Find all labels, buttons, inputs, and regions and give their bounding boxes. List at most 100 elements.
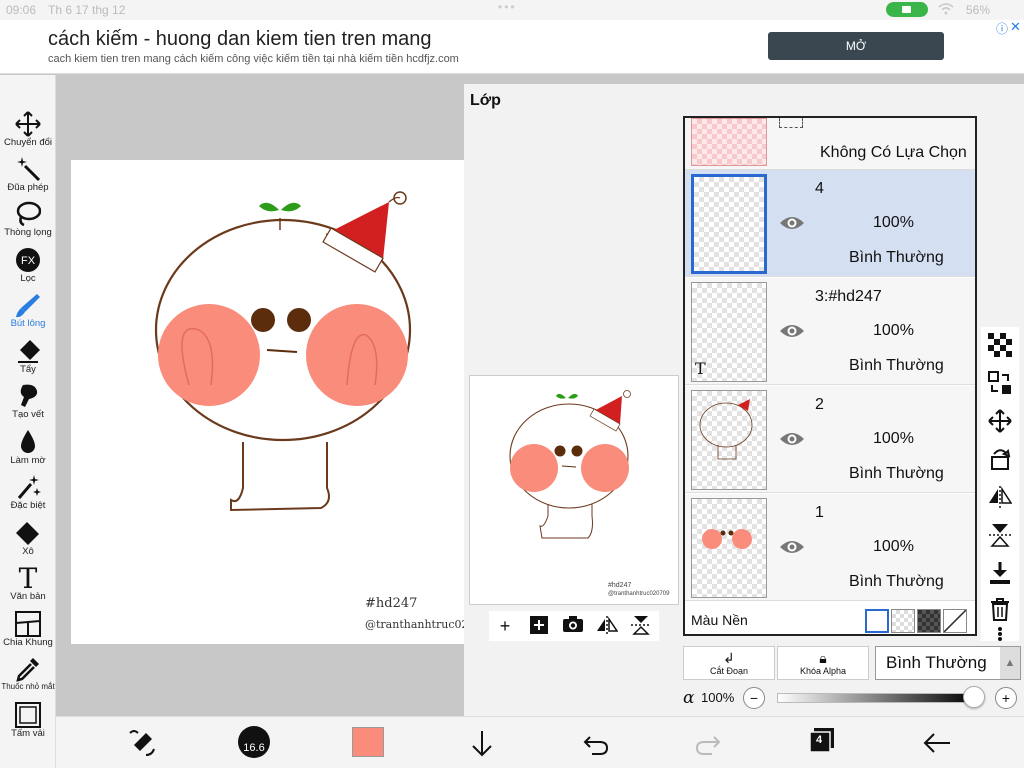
layers-button[interactable]: 4 xyxy=(810,728,834,753)
layer-list[interactable]: Không Có Lựa Chọn 4 100% Bình Thường T 3… xyxy=(683,116,977,636)
tool-label: Lọc xyxy=(20,273,36,284)
tool-eraser[interactable]: Tẩy xyxy=(0,338,56,382)
background-white-swatch[interactable] xyxy=(865,609,889,633)
blend-mode-select[interactable]: Bình Thường ▲ xyxy=(875,646,1021,680)
redo-icon[interactable] xyxy=(694,727,722,759)
flip-vertical-icon[interactable] xyxy=(629,615,653,637)
smudge-icon xyxy=(20,384,38,407)
current-color-swatch[interactable] xyxy=(352,727,384,757)
tool-magic-wand[interactable]: Đũa phép xyxy=(0,156,56,200)
status-time: 09:06 xyxy=(6,3,37,17)
opacity-decrease-button[interactable]: − xyxy=(743,687,765,709)
bucket-icon xyxy=(16,522,39,545)
undo-icon[interactable] xyxy=(582,727,610,759)
layer-row-1[interactable]: 1 100% Bình Thường xyxy=(685,494,975,601)
brush-size-indicator[interactable]: 16.6 xyxy=(238,726,270,758)
tool-special[interactable]: Đặc biệt xyxy=(0,474,56,518)
character-drawing xyxy=(154,191,412,512)
preview-signature-author: @tranthanhtruc020709 xyxy=(608,591,670,597)
status-date: Th 6 17 thg 12 xyxy=(48,3,126,17)
tool-canvas[interactable]: Tấm vải xyxy=(0,702,56,746)
tool-lasso[interactable]: Thòng lọng xyxy=(0,201,56,245)
camera-icon[interactable] xyxy=(561,615,585,637)
move-icon xyxy=(15,111,41,137)
tool-bucket[interactable]: Xô xyxy=(0,520,56,564)
lock-icon: 🔒︎ xyxy=(819,650,827,666)
tool-brush[interactable]: Bút lông xyxy=(0,292,56,336)
opacity-increase-button[interactable]: + xyxy=(995,687,1017,709)
drawing-canvas[interactable]: #hd247 @tranthanhtruc020709 xyxy=(71,160,513,644)
ad-banner[interactable]: cách kiếm - huong dan kiem tien tren man… xyxy=(0,19,1024,74)
layer-row-4[interactable]: 4 100% Bình Thường xyxy=(685,170,975,277)
tool-blur[interactable]: Làm mờ xyxy=(0,429,56,473)
brush-modify-icon[interactable] xyxy=(128,727,156,759)
camera-in-use-icon xyxy=(886,2,928,17)
tool-filter[interactable]: FX Lọc xyxy=(0,247,56,291)
tool-label: Tấm vải xyxy=(11,728,45,739)
tool-sidebar: Chuyển đổi Đũa phép Thòng lọng FX Lọc Bú… xyxy=(0,75,56,768)
flip-horizontal-icon[interactable] xyxy=(988,485,1012,509)
layer-blend-mode: Bình Thường xyxy=(849,357,944,374)
tool-label: Xô xyxy=(22,546,34,557)
alpha-symbol: α xyxy=(683,688,695,708)
merge-down-icon[interactable] xyxy=(988,561,1012,585)
ad-open-button[interactable]: MỞ xyxy=(768,32,944,60)
layer-actions-toolbar xyxy=(981,327,1019,641)
eye-icon[interactable] xyxy=(779,322,805,340)
alpha-lock-button[interactable]: 🔒︎ Khóa Alpha xyxy=(777,646,869,680)
eye-icon[interactable] xyxy=(779,214,805,232)
move-icon[interactable] xyxy=(988,409,1012,433)
bottom-toolbar: 16.6 4 xyxy=(56,716,1024,768)
tool-smudge[interactable]: Tạo vết xyxy=(0,383,56,427)
background-none-swatch[interactable] xyxy=(943,609,967,633)
ad-subtitle[interactable]: cach kiem tien tren mang cách kiếm công … xyxy=(48,53,459,65)
special-brush-icon xyxy=(17,475,41,499)
flip-vertical-icon[interactable] xyxy=(988,523,1012,547)
alpha-lock-label: Khóa Alpha xyxy=(799,666,847,676)
multitasking-dots-icon[interactable]: ••• xyxy=(498,0,517,14)
layer-name: 1 xyxy=(815,504,824,521)
back-arrow-icon[interactable] xyxy=(922,727,952,759)
tool-eyedropper[interactable]: Thuốc nhỏ mắt xyxy=(0,656,56,700)
layer-name: 2 xyxy=(815,396,824,413)
arrow-down-icon[interactable] xyxy=(470,727,494,759)
blend-bar: ↲ Cắt Đoạn 🔒︎ Khóa Alpha Bình Thường ▲ xyxy=(683,646,1023,682)
add-layer-icon[interactable]: + xyxy=(493,615,517,637)
info-icon[interactable]: ⓘ xyxy=(996,20,1008,37)
trash-icon[interactable] xyxy=(988,597,1012,621)
add-image-layer-icon[interactable] xyxy=(527,615,551,637)
background-transparent-swatch[interactable] xyxy=(891,609,915,633)
rotate-icon[interactable] xyxy=(988,447,1012,471)
opacity-slider[interactable] xyxy=(777,693,977,703)
tool-text[interactable]: T Văn bản xyxy=(0,565,56,609)
brush-icon xyxy=(16,294,40,318)
layer-panel: Lớp #hd247 @tranthanhtruc020709 + Không … xyxy=(464,84,1024,716)
eye-icon[interactable] xyxy=(779,538,805,556)
layer-thumbnail xyxy=(691,174,767,274)
ad-title[interactable]: cách kiếm - huong dan kiem tien tren man… xyxy=(48,28,432,51)
selection-layer-row[interactable]: Không Có Lựa Chọn xyxy=(685,118,975,170)
eye-icon[interactable] xyxy=(779,430,805,448)
opacity-slider-handle[interactable] xyxy=(963,686,985,708)
preview-signature-tag: #hd247 xyxy=(608,582,632,589)
layer-row-3[interactable]: T 3:#hd247 100% Bình Thường xyxy=(685,278,975,385)
tool-label: Bút lông xyxy=(10,318,46,329)
selection-label: Không Có Lựa Chọn xyxy=(820,144,967,161)
background-dark-swatch[interactable] xyxy=(917,609,941,633)
layer-row-2[interactable]: 2 100% Bình Thường xyxy=(685,386,975,493)
layer-opacity: 100% xyxy=(873,430,914,447)
svg-text:T: T xyxy=(19,565,38,591)
flip-horizontal-icon[interactable] xyxy=(595,615,619,637)
clip-label: Cắt Đoạn xyxy=(709,666,749,676)
tool-frame-divider[interactable]: Chia Khung xyxy=(0,611,56,655)
clipping-button[interactable]: ↲ Cắt Đoạn xyxy=(683,646,775,680)
magic-wand-icon xyxy=(17,157,41,182)
tool-transform[interactable]: Chuyển đổi xyxy=(0,111,56,155)
chevron-up-icon: ▲ xyxy=(1000,647,1020,679)
checkerboard-icon[interactable] xyxy=(988,333,1012,357)
wifi-icon xyxy=(938,3,954,18)
opacity-bar: α 100% − + xyxy=(683,684,1023,712)
close-icon[interactable]: ✕ xyxy=(1010,19,1021,35)
more-options-icon[interactable] xyxy=(988,627,1012,641)
layer-transfer-icon[interactable] xyxy=(988,371,1012,395)
